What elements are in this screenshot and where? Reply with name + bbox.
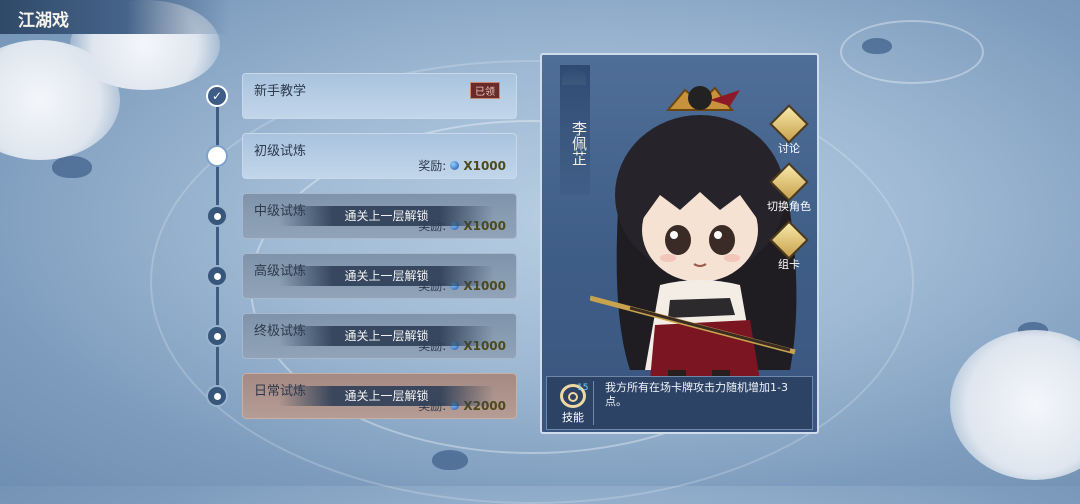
node-done: ✓ <box>206 85 228 107</box>
stage-intermediate[interactable]: 中级试炼 奖励: X1000 通关上一层解锁 <box>242 193 517 239</box>
switch-character-icon <box>769 162 809 202</box>
reward-label: 奖励: <box>418 159 447 173</box>
lock-overlay: 通关上一层解锁 <box>279 266 494 286</box>
top-bar: 江湖戏 <box>0 0 230 34</box>
node-dot <box>213 272 221 280</box>
scroll-icon <box>769 104 809 144</box>
lock-overlay: 通关上一层解锁 <box>279 386 494 406</box>
discuss-label: 讨论 <box>778 142 800 155</box>
stage-tutorial[interactable]: 新手教学 已领 <box>242 73 517 119</box>
node-dot <box>213 332 221 340</box>
node-locked <box>206 385 228 407</box>
stage-daily[interactable]: 日常试炼 奖励: X2000 通关上一层解锁 <box>242 373 517 419</box>
skill-panel[interactable]: 技能 15 我方所有在场卡牌攻击力随机增加1-3点。 <box>546 376 813 430</box>
rock <box>432 450 468 470</box>
cards-icon <box>769 220 809 260</box>
build-deck-label: 组卡 <box>778 258 800 271</box>
blossom-cloud <box>950 330 1080 480</box>
rock <box>862 38 892 54</box>
rock <box>52 156 92 178</box>
node-dot <box>213 212 221 220</box>
page-title: 江湖戏 <box>18 11 69 31</box>
stage-advanced[interactable]: 高级试炼 奖励: X1000 通关上一层解锁 <box>242 253 517 299</box>
skill-description: 我方所有在场卡牌攻击力随机增加1-3点。 <box>605 381 788 408</box>
node-locked <box>206 265 228 287</box>
node-current <box>206 145 228 167</box>
character-name: 李佩芷 <box>560 65 590 195</box>
water-ripple <box>840 20 984 84</box>
node-dot <box>213 392 221 400</box>
stage-beginner[interactable]: 初级试炼 奖励: X1000 <box>242 133 517 179</box>
switch-character-label: 切换角色 <box>767 200 811 213</box>
gem-icon <box>450 161 460 170</box>
node-locked <box>206 325 228 347</box>
stage-ultimate[interactable]: 终极试炼 奖励: X1000 通关上一层解锁 <box>242 313 517 359</box>
stage-reward: 奖励: X1000 <box>418 157 506 174</box>
lock-overlay: 通关上一层解锁 <box>279 326 494 346</box>
skill-label: 技能 <box>562 411 584 424</box>
skill-cost: 15 <box>577 383 589 393</box>
stage-name: 新手教学 <box>254 84 307 99</box>
discuss-button[interactable]: 讨论 <box>758 104 820 158</box>
stage-name: 初级试炼 <box>254 144 307 159</box>
build-deck-button[interactable]: 组卡 <box>758 220 820 274</box>
claimed-badge: 已领 <box>470 82 500 99</box>
reward-amount: X1000 <box>463 158 506 173</box>
switch-character-button[interactable]: 切换角色 <box>758 162 820 216</box>
check-icon: ✓ <box>211 89 223 103</box>
progress-track <box>216 96 219 396</box>
lock-overlay: 通关上一层解锁 <box>279 206 494 226</box>
node-locked <box>206 205 228 227</box>
